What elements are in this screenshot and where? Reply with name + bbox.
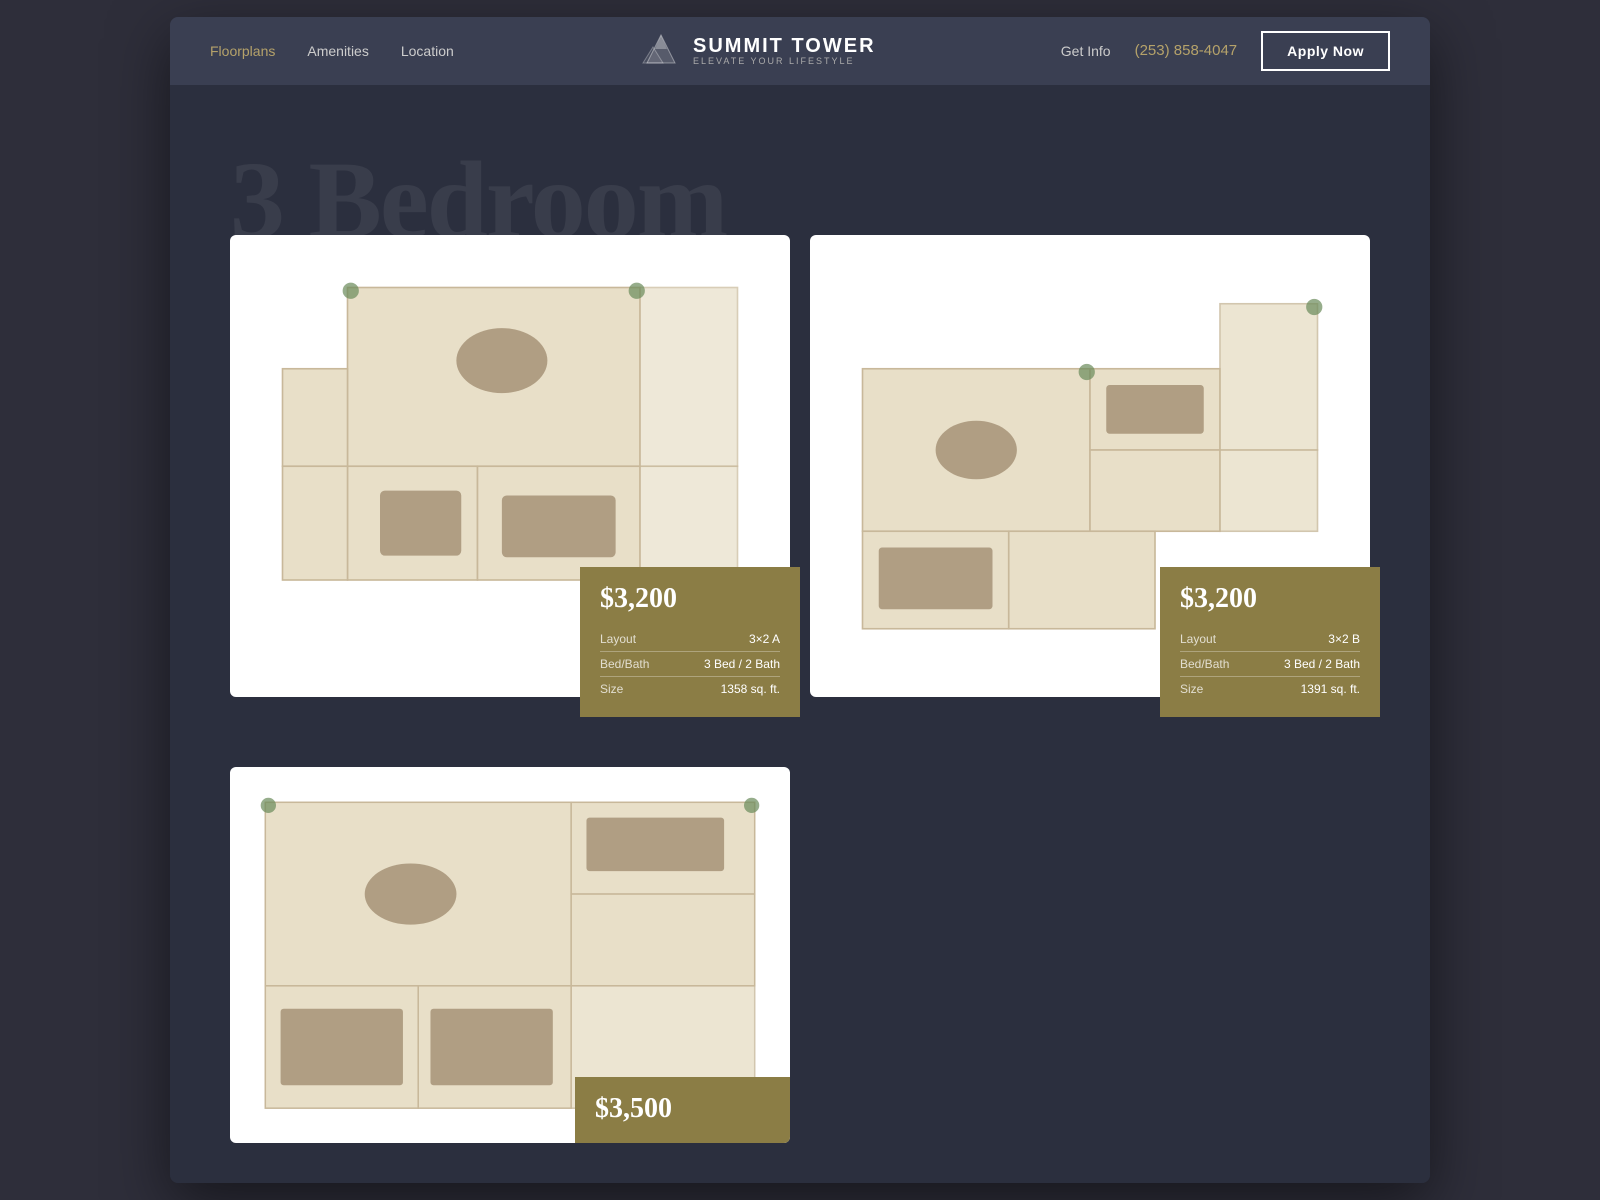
nav-right: Get Info (253) 858-4047 Apply Now bbox=[1061, 31, 1390, 71]
size-label-1: Size bbox=[600, 682, 623, 696]
bedbath-row-1: Bed/Bath 3 Bed / 2 Bath bbox=[600, 652, 780, 677]
get-info-link[interactable]: Get Info bbox=[1061, 43, 1111, 59]
layout-label-2: Layout bbox=[1180, 632, 1216, 646]
floorplan-card-2[interactable]: $3,200 Layout 3×2 B Bed/Bath 3 Bed / 2 B… bbox=[810, 235, 1370, 698]
size-value-1: 1358 sq. ft. bbox=[721, 682, 780, 696]
price-info-2: $3,200 Layout 3×2 B Bed/Bath 3 Bed / 2 B… bbox=[1160, 567, 1380, 717]
nav-left: Floorplans Amenities Location bbox=[210, 43, 454, 59]
nav-amenities[interactable]: Amenities bbox=[307, 43, 368, 59]
nav-logo: SUMMIT TOWER Elevate Your Lifestyle bbox=[639, 29, 876, 73]
main-content: 3 Bedroom bbox=[170, 85, 1430, 1184]
floorplan-card-3[interactable]: $3,500 bbox=[230, 767, 790, 1143]
size-label-2: Size bbox=[1180, 682, 1203, 696]
bedbath-row-2: Bed/Bath 3 Bed / 2 Bath bbox=[1180, 652, 1360, 677]
bedbath-label-2: Bed/Bath bbox=[1180, 657, 1229, 671]
floorplans-grid-bottom: $3,500 bbox=[230, 767, 1370, 1143]
price-info-1: $3,200 Layout 3×2 A Bed/Bath 3 Bed / 2 B… bbox=[580, 567, 800, 717]
apply-now-button[interactable]: Apply Now bbox=[1261, 31, 1390, 71]
price-info-3: $3,500 bbox=[575, 1077, 790, 1143]
floorplan-svg-3 bbox=[250, 787, 770, 1123]
logo-mountain-icon bbox=[639, 29, 683, 73]
layout-value-1: 3×2 A bbox=[749, 632, 780, 646]
price-2: $3,200 bbox=[1180, 583, 1360, 615]
price-1: $3,200 bbox=[600, 583, 780, 615]
size-row-1: Size 1358 sq. ft. bbox=[600, 677, 780, 701]
bedbath-value-1: 3 Bed / 2 Bath bbox=[704, 657, 780, 671]
bedbath-label-1: Bed/Bath bbox=[600, 657, 649, 671]
logo-main-text: SUMMIT TOWER bbox=[693, 35, 876, 57]
nav-floorplans[interactable]: Floorplans bbox=[210, 43, 275, 59]
nav-location[interactable]: Location bbox=[401, 43, 454, 59]
logo-text: SUMMIT TOWER Elevate Your Lifestyle bbox=[693, 35, 876, 67]
floorplan-card-1[interactable]: $3,200 Layout 3×2 A Bed/Bath 3 Bed / 2 B… bbox=[230, 235, 790, 698]
layout-row-2: Layout 3×2 B bbox=[1180, 627, 1360, 652]
layout-value-2: 3×2 B bbox=[1328, 632, 1360, 646]
browser-window: Floorplans Amenities Location SUMMIT TOW… bbox=[170, 17, 1430, 1184]
size-value-2: 1391 sq. ft. bbox=[1301, 682, 1360, 696]
floorplans-grid-top: $3,200 Layout 3×2 A Bed/Bath 3 Bed / 2 B… bbox=[230, 235, 1370, 728]
navbar: Floorplans Amenities Location SUMMIT TOW… bbox=[170, 17, 1430, 85]
layout-label-1: Layout bbox=[600, 632, 636, 646]
logo-sub-text: Elevate Your Lifestyle bbox=[693, 57, 876, 67]
bedbath-value-2: 3 Bed / 2 Bath bbox=[1284, 657, 1360, 671]
price-3: $3,500 bbox=[595, 1093, 775, 1125]
phone-number[interactable]: (253) 858-4047 bbox=[1135, 42, 1238, 59]
layout-row-1: Layout 3×2 A bbox=[600, 627, 780, 652]
empty-column bbox=[810, 767, 1370, 1143]
size-row-2: Size 1391 sq. ft. bbox=[1180, 677, 1360, 701]
